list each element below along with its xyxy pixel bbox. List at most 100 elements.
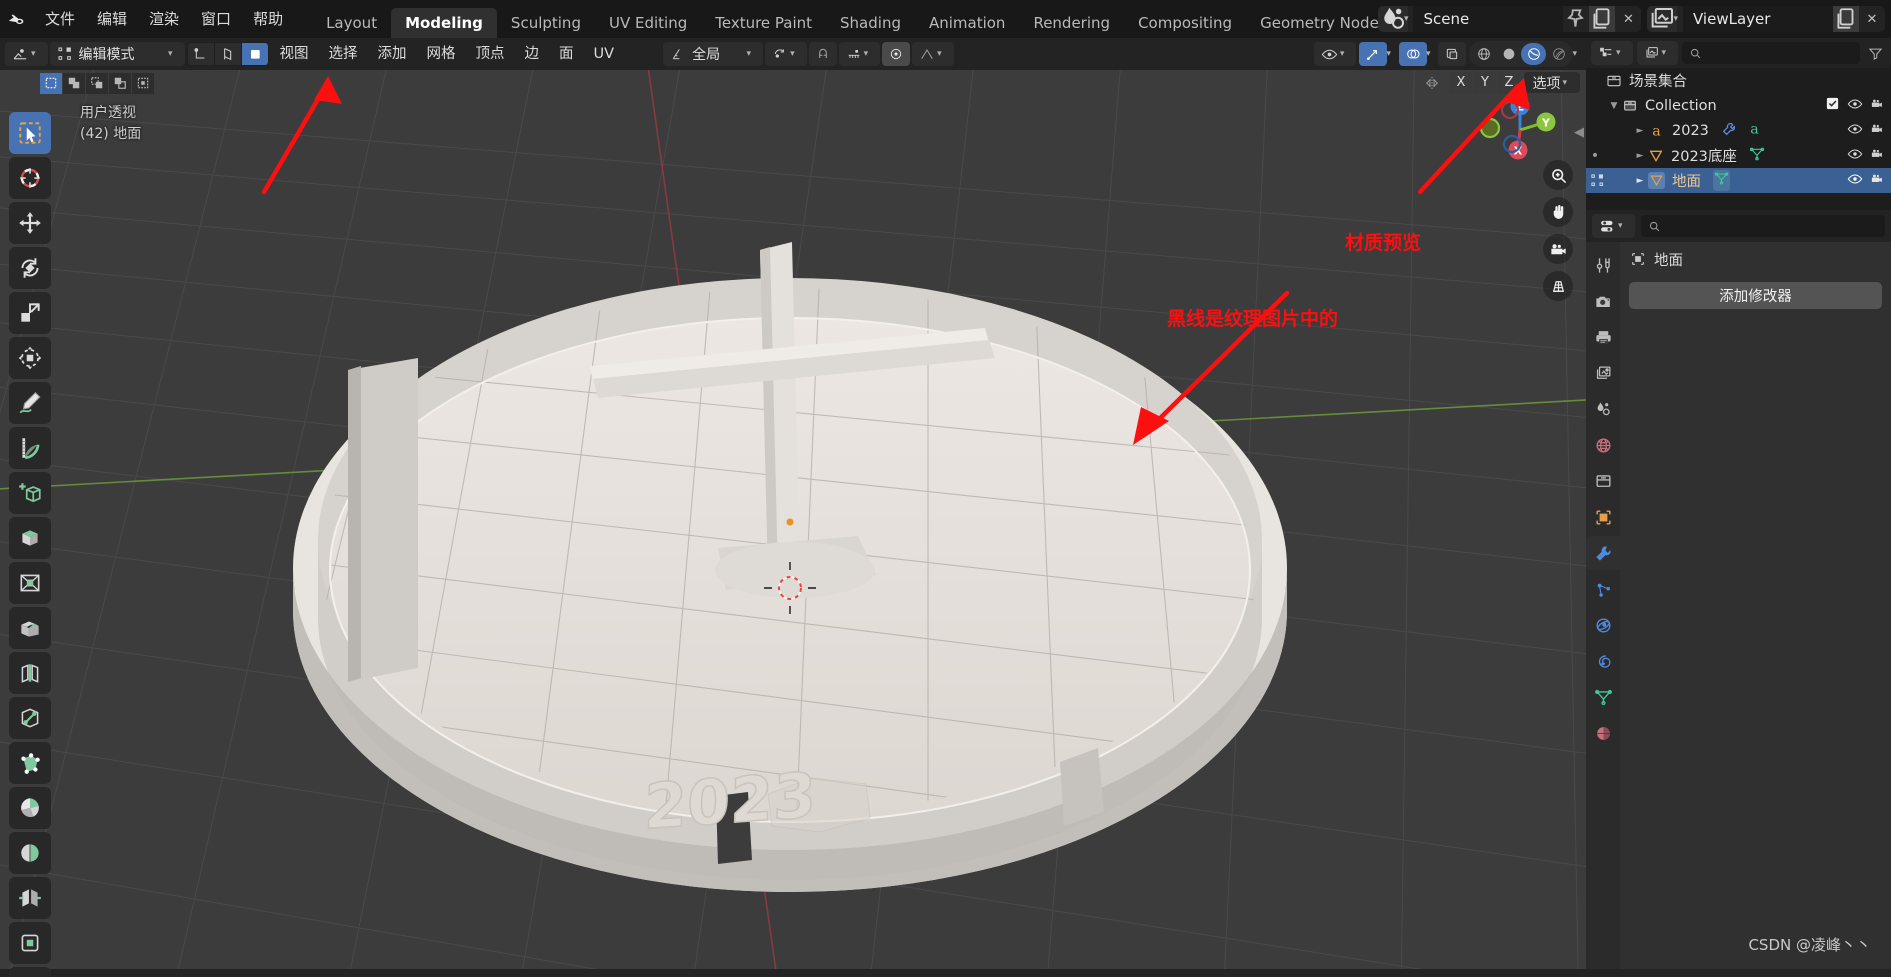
proportional-falloff-selector[interactable]: ▾ [912,42,954,66]
mirror-axis-y[interactable]: Y [1473,72,1497,93]
3d-viewport[interactable]: 2023 用户透视 (42) 地面 Z Y X ◀ 材质预览 黑线是纹理图片中的 [0,70,1586,977]
menu-add[interactable]: 添加 [369,38,416,70]
properties-breadcrumb-label[interactable]: 地面 [1654,249,1683,270]
outliner-display-mode-icon[interactable]: ▾ [1591,41,1633,65]
mesh-data-icon[interactable] [1714,171,1729,190]
new-view-layer-icon[interactable] [1833,6,1859,32]
mirror-icon[interactable] [1419,72,1445,93]
menu-window[interactable]: 窗口 [190,0,242,38]
view-layer-selector[interactable]: ▾ ViewLayer ✕ [1647,6,1885,32]
inset-faces-icon[interactable] [9,562,51,604]
cursor-3d-icon[interactable] [9,157,51,199]
select-invert-icon[interactable] [109,72,131,94]
outliner-row-ground[interactable]: ► 地面 [1586,168,1891,193]
bevel-icon[interactable] [9,607,51,649]
properties-search-input[interactable] [1640,215,1885,237]
pivot-point-selector[interactable]: ▾ [765,42,807,66]
outliner-search-input[interactable] [1682,42,1860,64]
workspace-tab-animation[interactable]: Animation [915,8,1019,38]
filter-funnel-icon[interactable] [1864,46,1886,61]
shear-icon[interactable] [9,967,51,977]
expand-triangle-ground[interactable]: ► [1632,176,1648,186]
tab-object-data[interactable] [1586,680,1620,714]
workspace-tab-sculpting[interactable]: Sculpting [497,8,595,38]
add-modifier-button[interactable]: 添加修改器 [1629,282,1882,309]
select-extend-icon[interactable] [63,72,85,94]
scale-icon[interactable] [9,292,51,334]
pin-icon[interactable] [1563,6,1589,32]
properties-editor-icon[interactable]: ▾ [1592,214,1635,238]
xray-icon[interactable] [1438,42,1467,66]
workspace-tab-uv-editing[interactable]: UV Editing [595,8,701,38]
outliner-row-2023-base[interactable]: • ► 2023底座 [1586,143,1891,168]
overlays-icon[interactable] [1398,42,1427,66]
scene-chevron-down-icon[interactable]: ▾ [1404,14,1414,24]
tab-tool[interactable] [1586,248,1620,282]
camera-view-icon[interactable] [1543,234,1573,264]
solid-shading-icon[interactable] [1496,43,1521,65]
gizmo-chevron-down-icon[interactable]: ▾ [1386,49,1396,59]
expand-triangle-2023-base[interactable]: ► [1632,151,1648,161]
select-subtract-icon[interactable] [86,72,108,94]
eye-visibility-icon[interactable] [1847,121,1863,141]
shading-chevron-down-icon[interactable]: ▾ [1572,49,1582,59]
proportional-edit-icon[interactable] [882,42,911,66]
transform-orientation-selector[interactable]: 全局 ▾ [663,42,764,66]
menu-edit[interactable]: 编辑 [86,0,138,38]
smooth-icon[interactable] [9,832,51,874]
move-icon[interactable] [9,202,51,244]
show-gizmo-icon[interactable]: ▾ [1313,42,1357,66]
snap-magnet-icon[interactable] [808,42,837,66]
tweak-select-box-icon[interactable] [9,112,51,154]
rotate-icon[interactable] [9,247,51,289]
outliner-row-2023[interactable]: ► a 2023 a [1586,118,1891,143]
workspace-tab-texture-paint[interactable]: Texture Paint [701,8,826,38]
menu-file[interactable]: 文件 [34,0,86,38]
face-select-icon[interactable] [241,43,268,65]
tab-physics[interactable] [1586,608,1620,642]
modifier-icon[interactable] [1721,121,1737,141]
loop-cut-icon[interactable] [9,652,51,694]
camera-restrict-icon[interactable] [1870,121,1885,140]
collapse-panel-icon[interactable]: ◀ [1574,125,1584,140]
mirror-axis-x[interactable]: X [1449,72,1473,93]
spin-icon[interactable] [9,787,51,829]
eye-visibility-icon[interactable] [1847,96,1863,116]
workspace-tab-compositing[interactable]: Compositing [1124,8,1246,38]
menu-view[interactable]: 视图 [271,38,318,70]
wireframe-shading-icon[interactable] [1471,43,1496,65]
annotate-icon[interactable] [9,382,51,424]
poly-build-icon[interactable] [9,742,51,784]
select-intersect-icon[interactable] [132,72,154,94]
menu-help[interactable]: 帮助 [242,0,294,38]
mirror-axis-z[interactable]: Z [1497,72,1521,93]
eye-visibility-icon[interactable] [1847,171,1863,191]
shrink-fatten-icon[interactable] [9,922,51,964]
gizmo-icon[interactable] [1359,42,1388,66]
scene-name-field[interactable]: Scene [1413,6,1564,32]
material-preview-shading-icon[interactable] [1521,43,1547,65]
checkbox-icon[interactable] [1825,96,1840,115]
workspace-tab-layout[interactable]: Layout [312,8,391,38]
tab-modifiers[interactable] [1586,536,1620,570]
select-box-icon[interactable] [40,72,62,94]
tab-collection[interactable] [1586,464,1620,498]
transform-icon[interactable] [9,337,51,379]
menu-uv[interactable]: UV [585,38,624,70]
view-layer-name-field[interactable]: ViewLayer [1683,6,1833,32]
new-scene-icon[interactable] [1589,6,1616,32]
font-data-icon[interactable]: a [1746,120,1763,141]
editor-type-selector[interactable]: ▾ [5,42,48,66]
tab-object[interactable] [1586,500,1620,534]
menu-edge[interactable]: 边 [516,38,549,70]
toggle-perspective-icon[interactable] [1543,271,1573,301]
vertex-select-icon[interactable] [187,43,214,65]
edge-slide-icon[interactable] [9,877,51,919]
menu-face[interactable]: 面 [550,38,583,70]
expand-triangle-collection[interactable]: ▼ [1606,101,1622,111]
camera-restrict-icon[interactable] [1870,96,1885,115]
extrude-region-icon[interactable] [9,517,51,559]
workspace-tab-modeling[interactable]: Modeling [391,8,497,38]
add-cube-icon[interactable] [9,472,51,514]
camera-restrict-icon[interactable] [1870,171,1885,190]
